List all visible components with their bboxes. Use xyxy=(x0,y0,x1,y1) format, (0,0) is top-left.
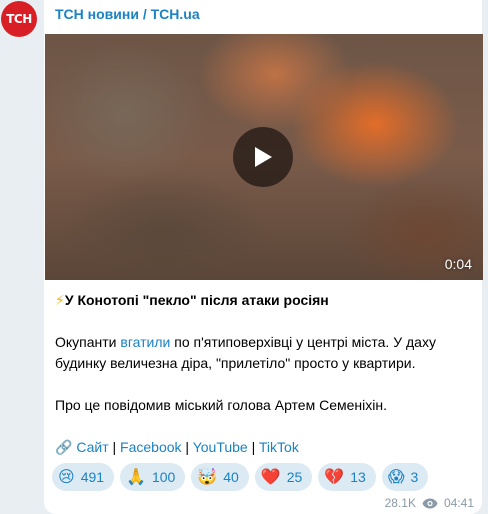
reaction-count: 13 xyxy=(350,469,366,485)
reaction-count: 25 xyxy=(286,469,303,485)
reactions-bar: 😢 491 🙏 100 🤯 40 ❤️ 25 💔 13 😱 3 xyxy=(52,463,429,491)
link-separator: | xyxy=(181,439,193,455)
post-paragraph-1: Окупанти вгатили по п'ятиповерхівці у це… xyxy=(55,332,465,374)
play-icon xyxy=(255,147,272,167)
reaction-count: 100 xyxy=(151,469,176,485)
link-site[interactable]: Сайт xyxy=(76,439,108,455)
reaction-count: 491 xyxy=(80,469,105,485)
reaction-count: 3 xyxy=(410,469,419,485)
message-time: 04:41 xyxy=(443,496,474,510)
reaction-broken-heart[interactable]: 💔 13 xyxy=(318,463,376,491)
screaming-face-icon: 😱 xyxy=(387,467,405,486)
reaction-praying[interactable]: 🙏 100 xyxy=(120,463,186,491)
avatar-text: ТСН xyxy=(6,12,32,26)
link-facebook[interactable]: Facebook xyxy=(120,439,181,455)
crying-face-icon: 😢 xyxy=(58,467,75,486)
play-button[interactable] xyxy=(233,127,293,187)
view-count: 28.1K xyxy=(384,496,416,510)
exploding-head-icon: 🤯 xyxy=(197,467,218,486)
reaction-count: 40 xyxy=(223,469,239,485)
eye-icon xyxy=(422,498,438,508)
p1-before: Окупанти xyxy=(55,334,121,350)
post-headline: ⚡У Конотопі "пекло" після атаки росіян xyxy=(55,290,329,312)
channel-name[interactable]: ТСН новини / TCH.ua xyxy=(55,6,200,22)
link-icon: 🔗 xyxy=(55,440,73,456)
reaction-heart[interactable]: ❤️ 25 xyxy=(254,463,313,491)
link-separator: | xyxy=(247,439,259,455)
link-youtube[interactable]: YouTube xyxy=(193,439,248,455)
message-meta: 28.1K 04:41 xyxy=(385,496,474,510)
message-bubble: ТСН новини / TCH.ua 0:04 ⚡У Конотопі "пе… xyxy=(44,0,483,514)
video-player[interactable]: 0:04 xyxy=(45,34,483,280)
video-duration: 0:04 xyxy=(444,256,472,272)
red-heart-icon: ❤️ xyxy=(260,467,281,486)
praying-hands-icon: 🙏 xyxy=(126,467,146,486)
reaction-crying[interactable]: 😢 491 xyxy=(52,463,115,491)
inline-link[interactable]: вгатили xyxy=(120,334,170,350)
link-tiktok[interactable]: TikTok xyxy=(259,439,299,455)
reaction-exploding-head[interactable]: 🤯 40 xyxy=(191,463,249,491)
link-separator: | xyxy=(108,439,121,455)
headline-text: У Конотопі "пекло" після атаки росіян xyxy=(64,292,329,308)
post-links: 🔗 Сайт | Facebook | YouTube | TikTok xyxy=(55,437,299,459)
reaction-screaming[interactable]: 😱 3 xyxy=(381,463,429,491)
channel-avatar[interactable]: ТСН xyxy=(1,1,37,37)
lightning-icon: ⚡ xyxy=(55,293,65,309)
broken-heart-icon: 💔 xyxy=(324,467,345,486)
post-paragraph-2: Про це повідомив міський голова Артем Се… xyxy=(55,397,387,413)
